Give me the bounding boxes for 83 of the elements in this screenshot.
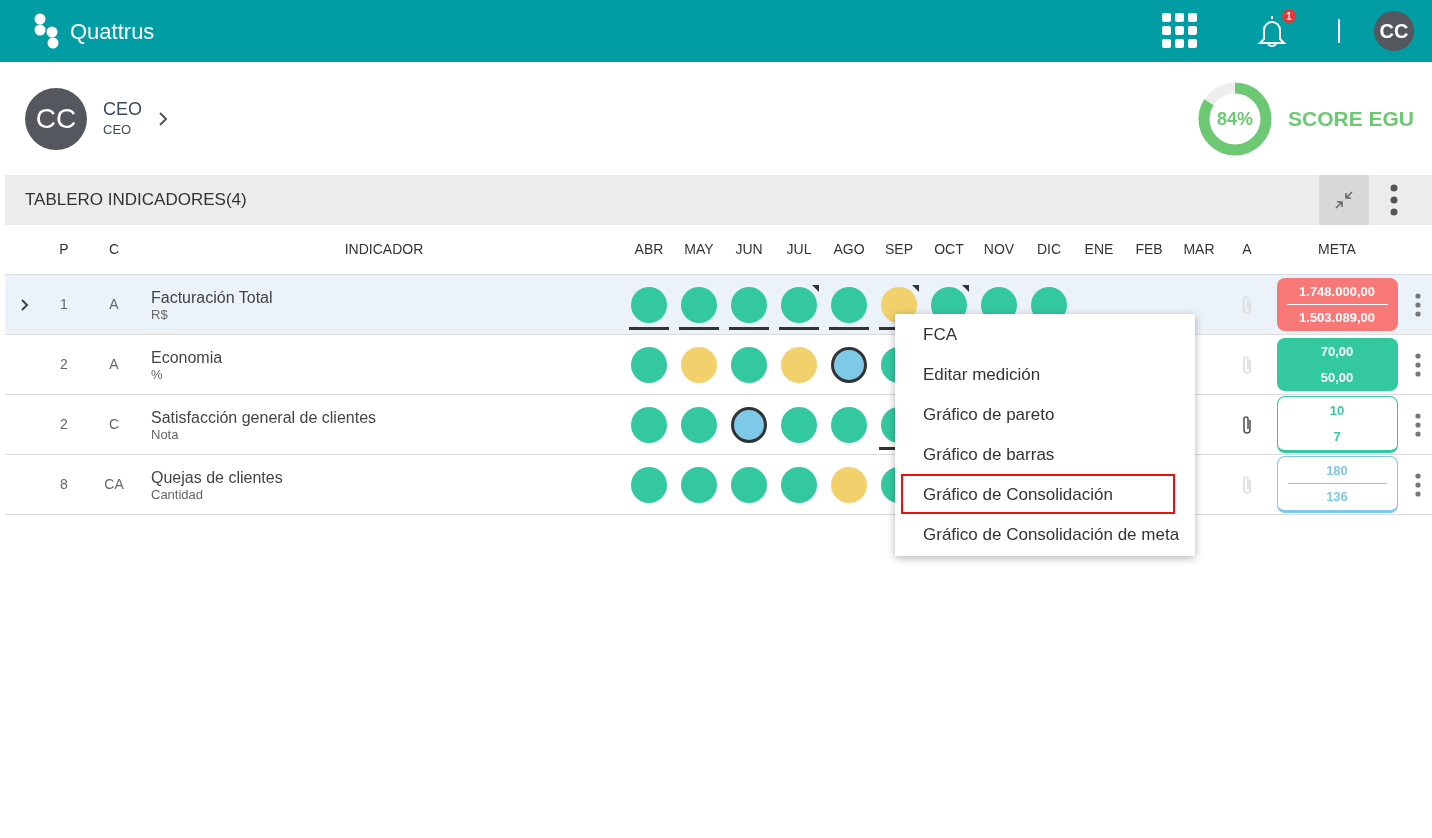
expand-chevron-icon[interactable] [20, 299, 29, 312]
indicator-name: Facturación Total [151, 287, 274, 307]
column-header: NOV [982, 240, 1016, 259]
status-dot[interactable] [631, 286, 667, 323]
score-label: SCORE EGU [1287, 105, 1414, 132]
meta-value-box: 180 136 [1276, 456, 1398, 513]
table-cell: 2 [60, 356, 68, 372]
column-header: DIC [1035, 240, 1063, 259]
meta-value-box: 10 7 [1276, 396, 1398, 453]
indicator-unit: % [151, 366, 164, 382]
column-header: INDICADOR [343, 240, 425, 259]
column-header: A [1241, 240, 1253, 259]
table-cell: CA [104, 476, 124, 492]
panel-title: TABLERO INDICADORES(4) [25, 189, 247, 212]
vertical-dots-icon [1390, 184, 1398, 216]
indicator-unit: R$ [151, 306, 169, 322]
column-header: JUL [785, 240, 813, 259]
indicator-unit: Cantidad [151, 486, 205, 502]
notification-badge: 1 [1282, 9, 1296, 23]
indicator-name: Economia [151, 347, 224, 367]
status-dot[interactable] [831, 406, 867, 443]
status-dot[interactable] [831, 466, 867, 503]
column-header: P [58, 240, 70, 259]
status-dot[interactable] [731, 346, 767, 383]
row-menu-icon[interactable] [1415, 472, 1421, 497]
status-dot[interactable] [831, 286, 867, 323]
profile-subtitle: CEO [103, 120, 133, 139]
column-header: ENE [1083, 240, 1115, 259]
score-value: 84% [1216, 107, 1253, 130]
column-header: MAY [683, 240, 715, 259]
table-cell: A [109, 296, 119, 312]
status-dot[interactable] [781, 286, 817, 323]
profile-avatar: CC [25, 87, 87, 150]
status-dot[interactable] [631, 466, 667, 503]
meta-value-box: 1.748.000,00 1.503.089,00 [1276, 278, 1398, 331]
menu-item[interactable]: Gráfico de Consolidación de meta [901, 514, 1189, 554]
status-dot[interactable] [781, 466, 817, 503]
status-dot[interactable] [781, 346, 817, 383]
table-cell: C [108, 416, 120, 432]
paperclip-icon[interactable] [1241, 293, 1253, 316]
meta-value-box: 70,00 50,00 [1276, 338, 1398, 391]
row-menu-icon[interactable] [1415, 292, 1421, 317]
status-dot[interactable] [681, 286, 717, 323]
table-cell: 2 [60, 416, 68, 432]
indicator-unit: Nota [151, 426, 180, 442]
user-avatar[interactable]: CC [1374, 11, 1414, 51]
status-dot[interactable] [731, 466, 767, 503]
status-dot[interactable] [681, 346, 717, 383]
indicator-name: Quejas de clientes [151, 467, 284, 487]
menu-item[interactable]: Gráfico de Consolidación [901, 474, 1175, 514]
status-dot[interactable] [631, 346, 667, 383]
collapse-icon [1333, 189, 1355, 211]
profile-title: CEO [103, 97, 142, 120]
paperclip-icon[interactable] [1241, 473, 1253, 496]
logo-text: Quattrus [70, 17, 155, 46]
column-header: MAR [1182, 240, 1216, 259]
status-dot[interactable] [781, 406, 817, 443]
column-header: FEB [1134, 240, 1164, 259]
menu-item[interactable]: Editar medición [901, 354, 1189, 394]
status-dot[interactable] [681, 406, 717, 443]
column-header: OCT [933, 240, 965, 259]
chevron-right-icon[interactable] [158, 111, 168, 126]
indicator-name: Satisfacción general de clientes [151, 407, 378, 427]
column-header: JUN [734, 240, 764, 259]
column-header: ABR [633, 240, 665, 259]
row-menu-icon[interactable] [1415, 412, 1421, 437]
status-dot[interactable] [731, 406, 767, 443]
column-header: META [1317, 240, 1357, 259]
status-dot[interactable] [681, 466, 717, 503]
menu-item[interactable]: Gráfico de pareto [901, 394, 1189, 434]
paperclip-icon[interactable] [1241, 413, 1253, 436]
row-menu-icon[interactable] [1415, 352, 1421, 377]
column-header: SEP [884, 240, 914, 259]
status-dot[interactable] [631, 406, 667, 443]
paperclip-icon[interactable] [1241, 353, 1253, 376]
status-dot[interactable] [731, 286, 767, 323]
apps-grid-icon[interactable] [1162, 13, 1198, 49]
column-header: AGO [832, 240, 866, 259]
column-header: C [107, 240, 121, 259]
table-cell: A [109, 356, 119, 372]
status-dot[interactable] [831, 346, 867, 383]
table-cell: 8 [60, 476, 68, 492]
table-cell: 1 [60, 296, 68, 312]
